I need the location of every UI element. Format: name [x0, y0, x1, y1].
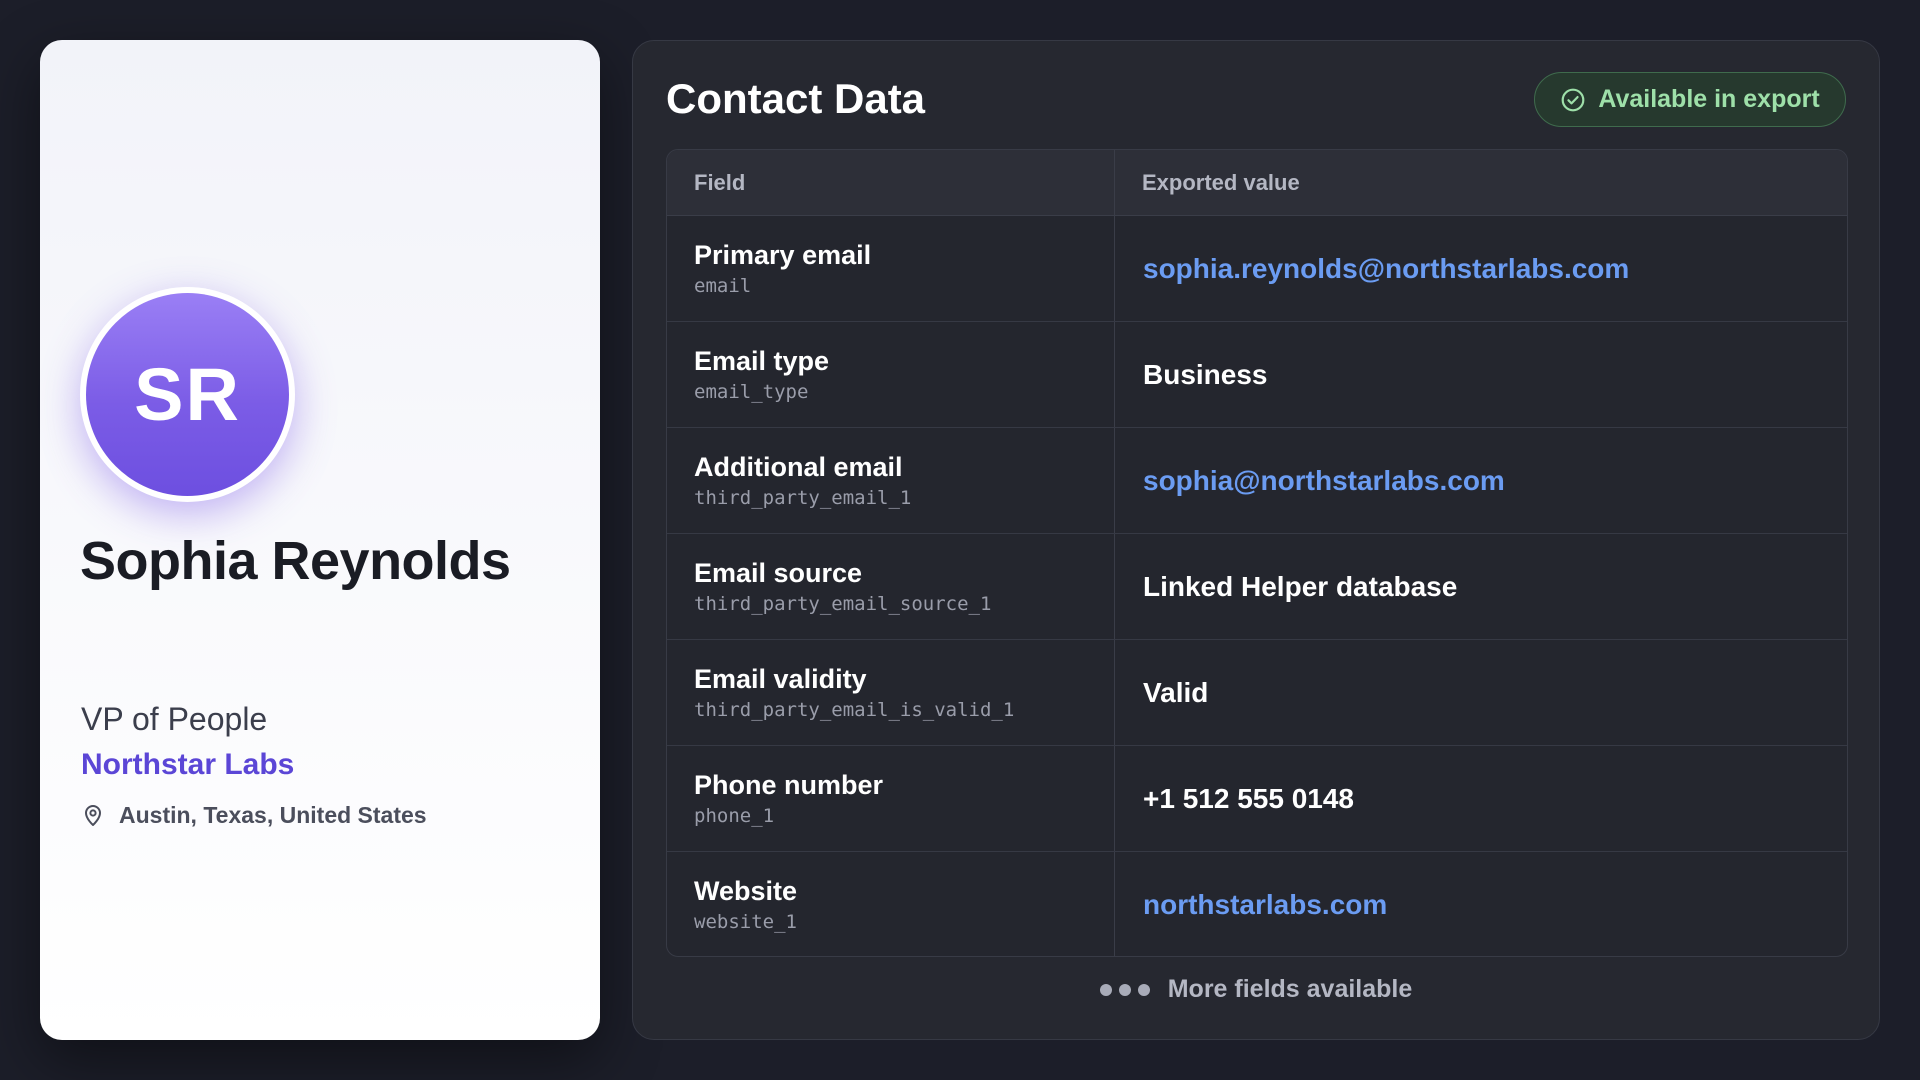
value-cell-link[interactable]: sophia@northstarlabs.com [1115, 428, 1847, 533]
field-cell: Email source third_party_email_source_1 [667, 534, 1115, 639]
table-row: Additional email third_party_email_1 sop… [667, 428, 1847, 534]
table-header: Field Exported value [667, 150, 1847, 216]
person-name: Sophia Reynolds [80, 531, 511, 591]
table-row: Primary email email sophia.reynolds@nort… [667, 216, 1847, 322]
person-title: VP of People [81, 701, 268, 737]
field-cell: Email validity third_party_email_is_vali… [667, 640, 1115, 745]
more-fields-button[interactable]: More fields available [633, 975, 1879, 1004]
check-circle-icon [1561, 88, 1585, 111]
more-fields-label: More fields available [1167, 975, 1413, 1003]
export-status-badge: Available in export [1534, 72, 1846, 127]
field-key: third_party_email_is_valid_1 [694, 698, 1015, 721]
location: Austin, Texas, United States [81, 800, 427, 830]
table-row: Email validity third_party_email_is_vali… [667, 640, 1847, 746]
field-key: phone_1 [694, 804, 775, 827]
table-row: Email source third_party_email_source_1 … [667, 534, 1847, 640]
field-cell: Primary email email [667, 216, 1115, 321]
panel-title: Contact Data [666, 75, 926, 122]
value-cell-link[interactable]: northstarlabs.com [1115, 852, 1847, 956]
field-cell: Additional email third_party_email_1 [667, 428, 1115, 533]
field-label: Email validity [694, 663, 867, 694]
field-cell: Website website_1 [667, 852, 1115, 956]
table-row: Phone number phone_1 +1 512 555 0148 [667, 746, 1847, 852]
avatar: SR [80, 287, 295, 502]
column-header-value: Exported value [1142, 169, 1300, 195]
table-row: Email type email_type Business [667, 322, 1847, 428]
contact-data-panel: Contact Data Available in export Field E… [632, 40, 1880, 1040]
contact-data-table: Field Exported value Primary email email… [666, 149, 1848, 957]
field-label: Phone number [694, 769, 884, 800]
company-link[interactable]: Northstar Labs [81, 747, 294, 783]
field-key: email_type [694, 380, 809, 403]
stage: SR Sophia Reynolds VP of People Northsta… [0, 0, 1920, 1080]
field-key: website_1 [694, 911, 797, 933]
value-cell: Valid [1143, 676, 1209, 708]
export-badge-label: Available in export [1598, 85, 1820, 113]
field-label: Additional email [694, 451, 903, 482]
table-row: Website website_1 northstarlabs.com [667, 852, 1847, 956]
avatar-initials: SR [86, 293, 289, 496]
profile-card: SR Sophia Reynolds VP of People Northsta… [40, 40, 600, 1040]
column-header-field: Field [667, 150, 1115, 215]
location-text: Austin, Texas, United States [119, 802, 427, 828]
value-cell: Linked Helper database [1143, 570, 1458, 602]
field-key: email [694, 274, 752, 297]
field-cell: Phone number phone_1 [667, 746, 1115, 851]
value-cell: Business [1143, 358, 1268, 390]
location-pin-icon [85, 805, 101, 826]
field-label: Email source [694, 557, 863, 588]
field-key: third_party_email_source_1 [694, 592, 992, 615]
field-key: third_party_email_1 [694, 486, 912, 509]
field-label: Website [694, 876, 798, 906]
more-dots-icon [1099, 983, 1150, 996]
field-label: Primary email [694, 239, 872, 270]
field-cell: Email type email_type [667, 322, 1115, 427]
value-cell-link[interactable]: sophia.reynolds@northstarlabs.com [1115, 216, 1847, 321]
value-cell: +1 512 555 0148 [1143, 782, 1354, 814]
field-label: Email type [694, 345, 830, 376]
